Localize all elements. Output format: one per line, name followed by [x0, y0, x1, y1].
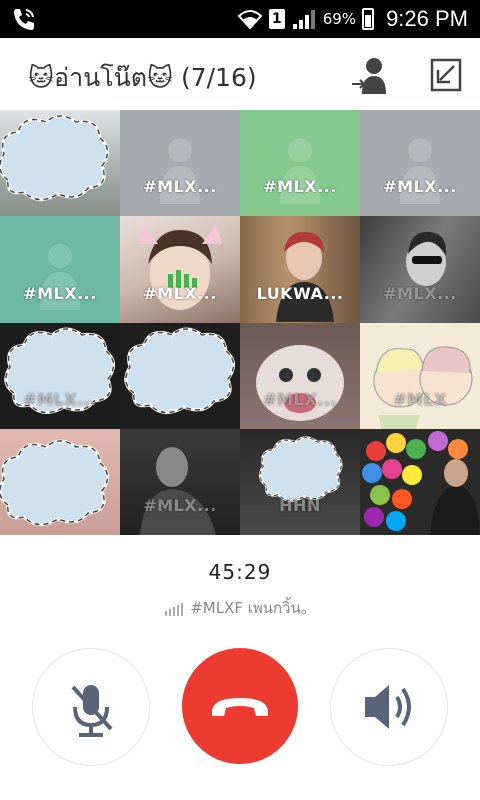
- speaker-icon: [365, 685, 411, 729]
- sticker-cloud: [0, 439, 109, 526]
- call-header: 🐱อ่านโน๊ต🐱 (7/16): [0, 38, 480, 111]
- participant-tile[interactable]: LUKWA...: [240, 216, 360, 323]
- end-call-button[interactable]: [182, 648, 298, 764]
- battery-percent: 69%: [322, 10, 357, 28]
- sticker-cloud: [4, 327, 115, 414]
- call-timer: 45:29: [208, 560, 272, 584]
- participant-name: #MLX...: [23, 389, 97, 409]
- participant-tile[interactable]: #MLX...: [360, 110, 480, 217]
- participant-name: #MLX: [393, 389, 447, 409]
- microphone-muted-icon: [71, 685, 113, 737]
- participant-tile[interactable]: HHN: [240, 428, 360, 535]
- participant-tile[interactable]: #MLX: [360, 322, 480, 429]
- video-feed: [406, 232, 447, 287]
- sim-badge: 1: [268, 9, 285, 29]
- participant-tile[interactable]: #MLX...: [360, 216, 480, 323]
- add-member-icon[interactable]: [350, 54, 392, 96]
- participant-tile[interactable]: #MLX...: [120, 110, 240, 217]
- connection-signal-icon: [165, 602, 184, 616]
- video-feed: [373, 345, 473, 429]
- status-bar: 1 69% 9:26 PM: [0, 0, 480, 38]
- participant-tile[interactable]: [120, 322, 240, 429]
- participant-tile[interactable]: [360, 428, 480, 535]
- minimize-icon[interactable]: [424, 54, 466, 96]
- end-call-icon: [212, 698, 268, 716]
- video-feed: [362, 430, 480, 535]
- video-feed: [276, 232, 334, 323]
- participant-tile[interactable]: [0, 110, 120, 217]
- video-feed: [140, 446, 216, 535]
- participant-name: LUKWA...: [256, 283, 344, 303]
- participant-tile[interactable]: #MLX...: [240, 110, 360, 217]
- participant-grid: #MLX... #MLX... #MLX... #MLX... #MLX...: [0, 110, 480, 535]
- participant-name: #MLX...: [143, 177, 217, 197]
- speaker-button[interactable]: [330, 648, 448, 766]
- video-feed: [256, 344, 344, 421]
- clock: 9:26 PM: [386, 6, 468, 31]
- signal-icon: [292, 10, 315, 29]
- participant-name: #MLX...: [143, 283, 217, 303]
- participant-tile[interactable]: #MLX...: [0, 322, 120, 429]
- sticker-cloud: [124, 327, 235, 414]
- wifi-icon: [237, 10, 263, 30]
- participant-name: #MLX...: [263, 177, 337, 197]
- participant-tile[interactable]: #MLX...: [120, 216, 240, 323]
- participant-tile[interactable]: #MLX...: [120, 428, 240, 535]
- call-name: #MLXF เพนกวิ้น。: [190, 599, 316, 617]
- group-title: 🐱อ่านโน๊ต🐱 (7/16): [28, 63, 257, 92]
- participant-tile[interactable]: #MLX...: [0, 216, 120, 323]
- phone-call-icon: [14, 9, 34, 30]
- mute-button[interactable]: [32, 648, 150, 766]
- participant-name: #MLX...: [383, 177, 457, 197]
- participant-tile[interactable]: #MLX...: [240, 322, 360, 429]
- video-feed: [138, 224, 222, 311]
- participant-name: #MLX...: [383, 283, 457, 303]
- participant-name: #MLX...: [23, 283, 97, 303]
- sticker-cloud: [0, 114, 109, 201]
- participant-name: #MLX...: [143, 496, 217, 515]
- call-info: #MLXF เพนกวิ้น。: [0, 596, 480, 620]
- participant-name: #MLX...: [263, 389, 337, 409]
- battery-icon: [362, 8, 375, 30]
- participant-tile[interactable]: [0, 428, 120, 535]
- participant-name: HHN: [279, 496, 321, 515]
